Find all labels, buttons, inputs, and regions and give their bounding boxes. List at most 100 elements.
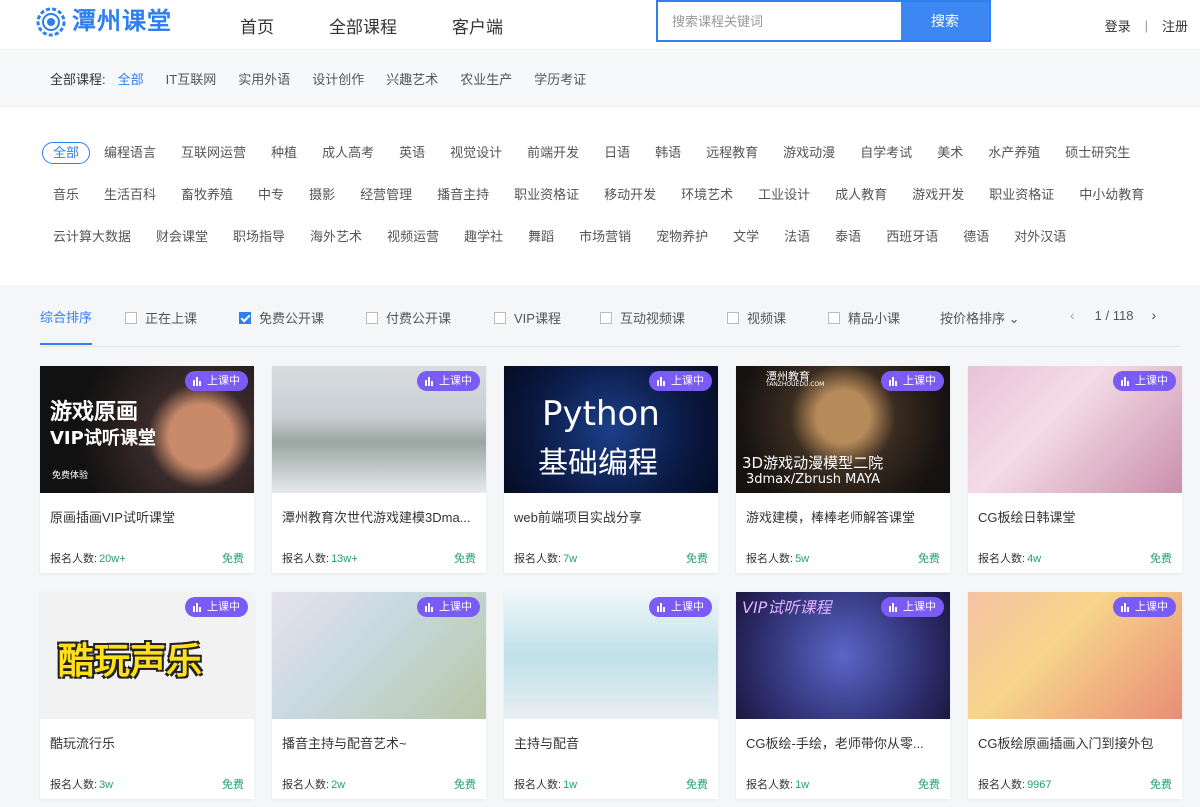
course-card[interactable]: 酷玩声乐 上课中 酷玩流行乐 报名人数: 3w 免费 [40,592,254,799]
subject-tag[interactable]: 职业资格证 [503,184,590,206]
subject-tag[interactable]: 游戏开发 [901,184,975,206]
subject-tag[interactable]: 宠物养护 [645,226,719,248]
course-title[interactable]: web前端项目实战分享 [514,507,708,526]
logo[interactable]: 潭州课堂 [36,7,172,37]
subject-tag[interactable]: 生活百科 [93,184,167,206]
subject-tag[interactable]: 畜牧养殖 [170,184,244,206]
subject-tag[interactable]: 视频运营 [376,226,450,248]
subject-tag[interactable]: 硕士研究生 [1054,142,1141,164]
course-card[interactable]: VIP试听课程 上课中 CG板绘-手绘，老师带你从零... 报名人数: 1w 免费 [736,592,950,799]
filter-checkbox[interactable]: 正在上课 [125,308,197,327]
nav-client[interactable]: 客户端 [452,13,503,38]
course-card[interactable]: 上课中 CG板绘日韩课堂 报名人数: 4w 免费 [968,366,1182,573]
subject-tag[interactable]: 对外汉语 [1003,226,1077,248]
search-button[interactable]: 搜索 [901,2,989,40]
subject-tag[interactable]: 法语 [773,226,821,248]
course-card[interactable]: Python 基础编程 上课中 web前端项目实战分享 报名人数: 7w 免费 [504,366,718,573]
subject-tag[interactable]: 视觉设计 [439,142,513,164]
subject-tag[interactable]: 播音主持 [426,184,500,206]
course-title[interactable]: 主持与配音 [514,733,708,752]
price-sort-dropdown[interactable]: 按价格排序 ⌄ [940,308,1020,327]
subject-tag[interactable]: 成人高考 [311,142,385,164]
course-card[interactable]: 上课中 CG板绘原画插画入门到接外包 报名人数: 9967 免费 [968,592,1182,799]
nav-all-courses[interactable]: 全部课程 [329,13,397,38]
subject-tag[interactable]: 文学 [722,226,770,248]
subject-tag[interactable]: 音乐 [42,184,90,206]
category-degree[interactable]: 学历考证 [534,69,586,88]
course-card[interactable]: 游戏原画 VIP试听课堂 免费体验 上课中 原画插画VIP试听课堂 报名人数: 20w+ 免费 [40,366,254,573]
prev-page-icon[interactable]: ‹ [1070,307,1075,323]
subject-tag[interactable]: 英语 [388,142,436,164]
subject-tag[interactable]: 海外艺术 [299,226,373,248]
category-agriculture[interactable]: 农业生产 [460,69,512,88]
subject-tag[interactable]: 自学考试 [849,142,923,164]
subject-tag[interactable]: 种植 [260,142,308,164]
subject-tag[interactable]: 成人教育 [824,184,898,206]
subject-tag[interactable]: 市场营销 [568,226,642,248]
subject-tag[interactable]: 西班牙语 [875,226,949,248]
filter-checkbox[interactable]: 付费公开课 [366,308,451,327]
register-link[interactable]: 注册 [1162,16,1188,35]
filter-checkbox[interactable]: VIP课程 [494,308,561,327]
subject-tag[interactable]: 韩语 [644,142,692,164]
subject-tag[interactable]: 职业资格证 [978,184,1065,206]
subject-tag[interactable]: 职场指导 [222,226,296,248]
checkbox-icon [125,311,137,324]
price-label: 免费 [1150,779,1172,791]
course-card[interactable]: 上课中 主持与配音 报名人数: 1w 免费 [504,592,718,799]
sort-tab-overall[interactable]: 综合排序 [40,307,93,345]
subject-tag[interactable]: 移动开发 [593,184,667,206]
subject-tag[interactable]: 中小幼教育 [1068,184,1155,206]
subject-tag[interactable]: 摄影 [298,184,346,206]
course-title[interactable]: 原画插画VIP试听课堂 [50,507,244,526]
course-title[interactable]: 潭州教育次世代游戏建模3Dma... [282,507,476,526]
category-all[interactable]: 全部 [118,69,144,88]
course-title[interactable]: CG板绘日韩课堂 [978,507,1172,526]
login-link[interactable]: 登录 [1105,16,1131,35]
subject-tag[interactable]: 前端开发 [516,142,590,164]
subject-tag[interactable]: 环境艺术 [670,184,744,206]
subject-tag[interactable]: 舞蹈 [517,226,565,248]
category-design[interactable]: 设计创作 [312,69,364,88]
subject-tag[interactable]: 水产养殖 [977,142,1051,164]
price-label: 免费 [454,553,476,565]
subject-tag[interactable]: 美术 [926,142,974,164]
filter-checkbox[interactable]: 互动视频课 [600,308,685,327]
subject-tag[interactable]: 泰语 [824,226,872,248]
course-card[interactable]: 上课中 潭州教育次世代游戏建模3Dma... 报名人数: 13w+ 免费 [272,366,486,573]
next-page-icon[interactable]: › [1151,307,1156,323]
subject-tag[interactable]: 云计算大数据 [42,226,142,248]
course-title[interactable]: 播音主持与配音艺术~ [282,733,476,752]
category-art[interactable]: 兴趣艺术 [386,69,438,88]
search-input[interactable] [658,2,901,40]
category-language[interactable]: 实用外语 [238,69,290,88]
subject-tag[interactable]: 互联网运营 [170,142,257,164]
subject-tag[interactable]: 编程语言 [93,142,167,164]
filter-label: VIP课程 [514,311,561,326]
category-it[interactable]: IT互联网 [166,69,217,88]
course-card[interactable]: 潭州教育 TANZHOUEDU.COM 3D游戏动漫模型二院 3dmax/Zbrush… [736,366,950,573]
live-badge: 上课中 [1113,371,1176,391]
subject-tag[interactable]: 日语 [593,142,641,164]
subject-tag[interactable]: 经营管理 [349,184,423,206]
subject-tag[interactable]: 远程教育 [695,142,769,164]
subject-tag[interactable]: 趣学社 [453,226,514,248]
subject-tag[interactable]: 德语 [952,226,1000,248]
auth-separator: | [1144,17,1148,33]
subject-tag[interactable]: 中专 [247,184,295,206]
course-title[interactable]: 游戏建模，棒棒老师解答课堂 [746,507,940,526]
course-card[interactable]: 上课中 播音主持与配音艺术~ 报名人数: 2w 免费 [272,592,486,799]
subject-tag[interactable]: 工业设计 [747,184,821,206]
nav-home[interactable]: 首页 [240,13,274,38]
course-title[interactable]: 酷玩流行乐 [50,733,244,752]
subject-tag[interactable]: 全部 [42,142,91,164]
course-title[interactable]: CG板绘-手绘，老师带你从零... [746,733,940,752]
course-title[interactable]: CG板绘原画插画入门到接外包 [978,733,1172,752]
filter-checkbox[interactable]: 精品小课 [828,308,900,327]
subject-tag[interactable]: 游戏动漫 [772,142,846,164]
subject-tag[interactable]: 财会课堂 [145,226,219,248]
thumbnail-caption: 3dmax/Zbrush MAYA [746,472,881,487]
filter-checkbox[interactable]: 免费公开课 [239,308,324,327]
filter-checkbox[interactable]: 视频课 [727,308,786,327]
course-thumbnail: 上课中 [272,592,486,719]
